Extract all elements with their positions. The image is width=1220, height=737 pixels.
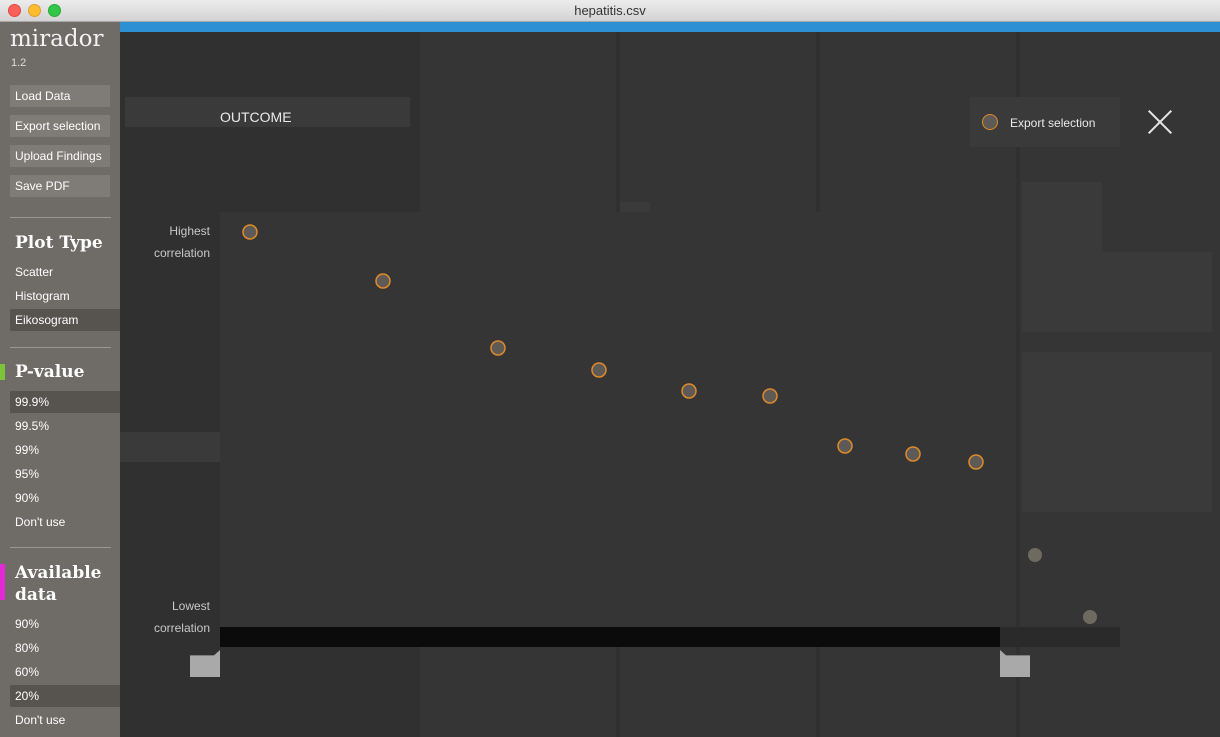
- correlation-point[interactable]: [375, 273, 391, 289]
- pvalue-option-99[interactable]: 99%: [10, 439, 120, 461]
- divider: [10, 347, 111, 348]
- correlation-point[interactable]: [837, 438, 853, 454]
- export-selection-button[interactable]: Export selection: [10, 115, 110, 137]
- available-option-dont-use[interactable]: Don't use: [10, 709, 120, 731]
- available-data-accent: [0, 564, 5, 600]
- correlation-point[interactable]: [968, 454, 984, 470]
- pvalue-accent: [0, 364, 5, 380]
- pvalue-option-90[interactable]: 90%: [10, 487, 120, 509]
- available-data-title-line1: Available: [15, 563, 102, 583]
- divider: [10, 547, 111, 548]
- divider: [10, 217, 111, 218]
- plot-type-eikosogram[interactable]: Eikosogram: [10, 309, 120, 331]
- load-data-button[interactable]: Load Data: [10, 85, 110, 107]
- available-data-title: Available data: [15, 562, 102, 606]
- app-name: mirador: [10, 26, 104, 52]
- plot-type-scatter[interactable]: Scatter: [10, 261, 120, 283]
- pvalue-option-99-9[interactable]: 99.9%: [10, 391, 120, 413]
- range-slider-track[interactable]: [220, 627, 1000, 647]
- range-slider-track-extension: [1000, 627, 1120, 647]
- main-view: OUTCOME Export selection Highest correla…: [120, 22, 1220, 737]
- correlation-point[interactable]: [242, 224, 258, 240]
- correlation-point[interactable]: [762, 388, 778, 404]
- available-data-title-line2: data: [15, 585, 57, 605]
- pvalue-title: P-value: [15, 362, 85, 382]
- correlation-point[interactable]: [591, 362, 607, 378]
- available-option-60[interactable]: 60%: [10, 661, 120, 683]
- window-titlebar: hepatitis.csv: [0, 0, 1220, 22]
- plot-type-title: Plot Type: [15, 233, 103, 253]
- sidebar: mirador 1.2 Load Data Export selection U…: [0, 22, 120, 737]
- window-title: hepatitis.csv: [574, 3, 646, 18]
- available-option-80[interactable]: 80%: [10, 637, 120, 659]
- pvalue-option-99-5[interactable]: 99.5%: [10, 415, 120, 437]
- available-option-90[interactable]: 90%: [10, 613, 120, 635]
- correlation-point[interactable]: [490, 340, 506, 356]
- correlation-point-dimmed[interactable]: [1083, 610, 1097, 624]
- available-option-20[interactable]: 20%: [10, 685, 120, 707]
- pvalue-option-95[interactable]: 95%: [10, 463, 120, 485]
- plot-type-histogram[interactable]: Histogram: [10, 285, 120, 307]
- save-pdf-button[interactable]: Save PDF: [10, 175, 110, 197]
- pvalue-option-dont-use[interactable]: Don't use: [10, 511, 120, 533]
- app-version: 1.2: [11, 57, 27, 69]
- upload-findings-button[interactable]: Upload Findings: [10, 145, 110, 167]
- correlation-point-dimmed[interactable]: [1028, 548, 1042, 562]
- correlation-point[interactable]: [905, 446, 921, 462]
- correlation-point[interactable]: [681, 383, 697, 399]
